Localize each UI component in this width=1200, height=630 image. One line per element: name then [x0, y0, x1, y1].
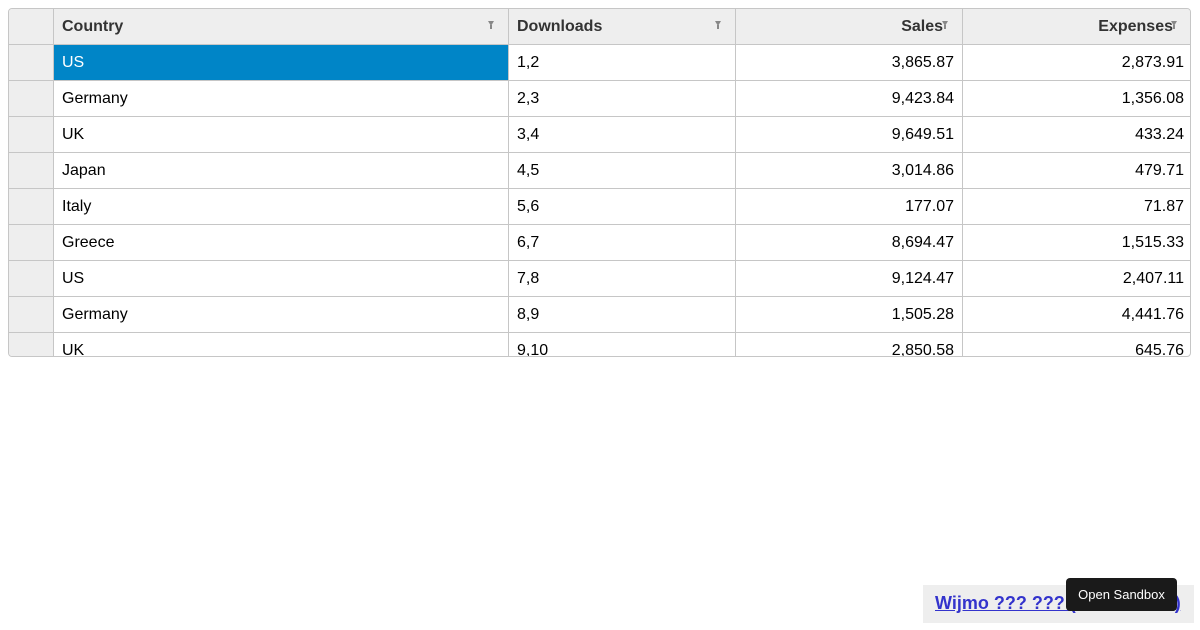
sales-cell[interactable]: 2,850.58: [736, 333, 963, 356]
expenses-cell[interactable]: 71.87: [963, 189, 1190, 225]
row-header-cell[interactable]: [9, 297, 54, 333]
expenses-cell[interactable]: 479.71: [963, 153, 1190, 189]
column-header-sales[interactable]: Sales: [736, 9, 963, 45]
sales-cell[interactable]: 9,423.84: [736, 81, 963, 117]
row-header-cell[interactable]: [9, 261, 54, 297]
row-header-cell[interactable]: [9, 225, 54, 261]
column-header-label: Sales: [901, 18, 943, 35]
top-left-corner-cell[interactable]: [9, 9, 54, 45]
expenses-cell[interactable]: 1,515.33: [963, 225, 1190, 261]
row-header-cell[interactable]: [9, 117, 54, 153]
filter-icon[interactable]: [488, 21, 494, 29]
downloads-cell[interactable]: 8,9: [509, 297, 736, 333]
country-cell[interactable]: US: [54, 45, 509, 81]
downloads-cell[interactable]: 3,4: [509, 117, 736, 153]
country-cell[interactable]: Germany: [54, 81, 509, 117]
table-row[interactable]: Greece 6,7 8,694.47 1,515.33: [9, 225, 1190, 261]
row-header-cell[interactable]: [9, 189, 54, 225]
data-grid[interactable]: Country Downloads Sales Expenses US 1,2 …: [8, 8, 1191, 357]
table-row[interactable]: Germany 8,9 1,505.28 4,441.76: [9, 297, 1190, 333]
downloads-cell[interactable]: 5,6: [509, 189, 736, 225]
row-header-cell[interactable]: [9, 45, 54, 81]
country-cell[interactable]: Greece: [54, 225, 509, 261]
expenses-cell[interactable]: 4,441.76: [963, 297, 1190, 333]
column-header-label: Downloads: [517, 18, 603, 35]
filter-icon[interactable]: [715, 21, 721, 29]
filter-icon[interactable]: [942, 21, 948, 29]
row-header-cell[interactable]: [9, 333, 54, 356]
column-header-expenses[interactable]: Expenses: [963, 9, 1190, 45]
downloads-cell[interactable]: 1,2: [509, 45, 736, 81]
sales-cell[interactable]: 8,694.47: [736, 225, 963, 261]
column-header-label: Country: [62, 18, 124, 35]
sales-cell[interactable]: 9,649.51: [736, 117, 963, 153]
column-header-label: Expenses: [1098, 18, 1173, 35]
country-cell[interactable]: Italy: [54, 189, 509, 225]
table-row[interactable]: Germany 2,3 9,423.84 1,356.08: [9, 81, 1190, 117]
sales-cell[interactable]: 9,124.47: [736, 261, 963, 297]
country-cell[interactable]: Japan: [54, 153, 509, 189]
downloads-cell[interactable]: 7,8: [509, 261, 736, 297]
expenses-cell[interactable]: 2,873.91: [963, 45, 1190, 81]
sales-cell[interactable]: 3,014.86: [736, 153, 963, 189]
country-cell[interactable]: UK: [54, 117, 509, 153]
table-row[interactable]: US 7,8 9,124.47 2,407.11: [9, 261, 1190, 297]
row-header-cell[interactable]: [9, 81, 54, 117]
downloads-cell[interactable]: 4,5: [509, 153, 736, 189]
column-header-country[interactable]: Country: [54, 9, 509, 45]
expenses-cell[interactable]: 645.76: [963, 333, 1190, 356]
sales-cell[interactable]: 1,505.28: [736, 297, 963, 333]
country-cell[interactable]: UK: [54, 333, 509, 356]
column-header-downloads[interactable]: Downloads: [509, 9, 736, 45]
downloads-cell[interactable]: 9,10: [509, 333, 736, 356]
grid-header-row: Country Downloads Sales Expenses: [9, 9, 1190, 45]
table-row[interactable]: Japan 4,5 3,014.86 479.71: [9, 153, 1190, 189]
filter-icon[interactable]: [1171, 21, 1177, 29]
downloads-cell[interactable]: 6,7: [509, 225, 736, 261]
downloads-cell[interactable]: 2,3: [509, 81, 736, 117]
table-row[interactable]: UK 9,10 2,850.58 645.76: [9, 333, 1190, 356]
table-row[interactable]: UK 3,4 9,649.51 433.24: [9, 117, 1190, 153]
open-sandbox-tooltip: Open Sandbox: [1066, 578, 1177, 611]
expenses-cell[interactable]: 2,407.11: [963, 261, 1190, 297]
expenses-cell[interactable]: 433.24: [963, 117, 1190, 153]
country-cell[interactable]: US: [54, 261, 509, 297]
sales-cell[interactable]: 177.07: [736, 189, 963, 225]
expenses-cell[interactable]: 1,356.08: [963, 81, 1190, 117]
table-row[interactable]: US 1,2 3,865.87 2,873.91: [9, 45, 1190, 81]
table-row[interactable]: Italy 5,6 177.07 71.87: [9, 189, 1190, 225]
country-cell[interactable]: Germany: [54, 297, 509, 333]
sales-cell[interactable]: 3,865.87: [736, 45, 963, 81]
row-header-cell[interactable]: [9, 153, 54, 189]
